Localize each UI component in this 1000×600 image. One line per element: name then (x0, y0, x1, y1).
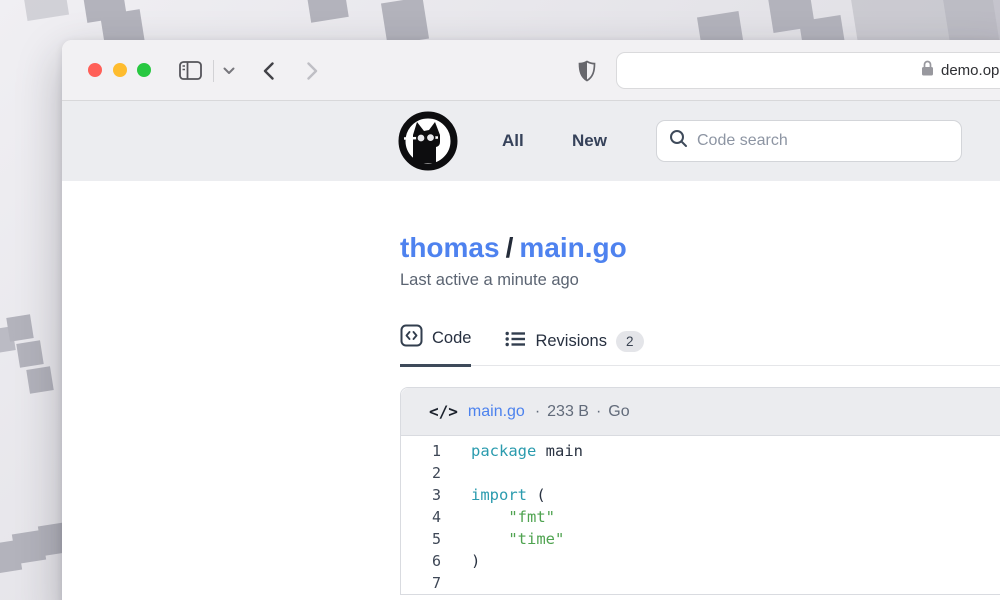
line-code: "fmt" (471, 506, 555, 528)
line-number: 3 (401, 484, 441, 506)
opengist-logo[interactable] (398, 111, 458, 171)
code-viewer: 1package main23import (4 "fmt"5 "time"6)… (401, 436, 1000, 594)
line-code: package main (471, 440, 583, 462)
file-title-link[interactable]: main.go (519, 232, 626, 263)
code-line: 1 package main (401, 440, 1000, 462)
code-search-box[interactable] (656, 120, 962, 162)
code-line: 4 "fmt" (401, 506, 1000, 528)
code-tab-icon (400, 324, 423, 352)
line-code: ) (471, 550, 480, 572)
code-line: 5 "time" (401, 528, 1000, 550)
line-number: 7 (401, 572, 441, 594)
close-button[interactable] (88, 63, 102, 77)
tab-bar: Code Revisions 2 (400, 324, 1000, 366)
file-name-link[interactable]: main.go (468, 403, 525, 421)
file-size: 233 B (547, 403, 589, 421)
back-button[interactable] (256, 40, 280, 101)
tab-code-label: Code (432, 329, 471, 348)
line-number: 2 (401, 462, 441, 484)
lock-icon[interactable] (921, 60, 934, 81)
code-file-icon: </> (429, 402, 458, 421)
site-header: All New (62, 101, 1000, 181)
file-language: Go (608, 403, 629, 421)
revisions-count-badge: 2 (616, 331, 644, 352)
file-meta-sep1: · (535, 403, 540, 421)
code-line: 7 (401, 572, 1000, 594)
file-card: </> main.go · 233 B · Go 1 package main 23… (400, 387, 1000, 595)
revisions-list-icon (505, 330, 526, 353)
toolbar-divider (213, 60, 214, 82)
line-number: 1 (401, 440, 441, 462)
browser-window: demo.op All New (62, 40, 1000, 600)
tab-code[interactable]: Code (400, 324, 471, 367)
privacy-shield-icon[interactable] (574, 40, 600, 101)
line-number: 6 (401, 550, 441, 572)
gist-title: thomas/main.go (400, 181, 1000, 265)
code-line: 3 import ( (401, 484, 1000, 506)
url-bar[interactable]: demo.op (616, 52, 1000, 89)
file-card-header: </> main.go · 233 B · Go (401, 388, 1000, 436)
tab-revisions-label: Revisions (535, 332, 607, 351)
line-number: 4 (401, 506, 441, 528)
page-content: thomas/main.go Last active a minute ago … (62, 181, 1000, 600)
fullscreen-button[interactable] (137, 63, 151, 77)
last-active-text: Last active a minute ago (400, 271, 1000, 290)
nav-new-link[interactable]: New (572, 101, 607, 181)
search-icon (669, 129, 688, 153)
chevron-down-icon[interactable] (218, 40, 240, 101)
nav-all-link[interactable]: All (502, 101, 524, 181)
tab-revisions[interactable]: Revisions 2 (505, 330, 643, 365)
url-text: demo.op (941, 62, 999, 79)
minimize-button[interactable] (113, 63, 127, 77)
owner-link[interactable]: thomas (400, 232, 500, 263)
sidebar-toggle-icon[interactable] (175, 40, 205, 101)
code-line: 6) (401, 550, 1000, 572)
line-code: "time" (471, 528, 564, 550)
line-number: 5 (401, 528, 441, 550)
code-line: 2 (401, 462, 1000, 484)
search-input[interactable] (697, 132, 949, 150)
forward-button[interactable] (300, 40, 324, 101)
line-code: import ( (471, 484, 546, 506)
file-meta-sep2: · (596, 403, 601, 421)
browser-toolbar: demo.op (62, 40, 1000, 101)
title-separator: / (500, 232, 520, 263)
